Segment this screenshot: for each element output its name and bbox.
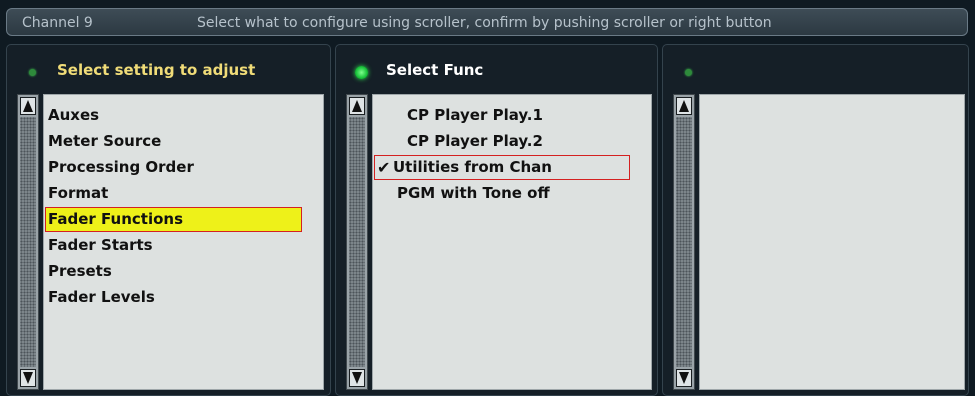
status-led-icon xyxy=(355,66,368,79)
triangle-up-icon xyxy=(23,100,33,112)
detail-list xyxy=(699,94,965,390)
list-item-checked[interactable]: ✔ Utilities from Chan xyxy=(374,155,630,180)
function-list: CP Player Play.1 CP Player Play.2 ✔ Util… xyxy=(372,94,652,390)
scroll-down-button[interactable] xyxy=(676,369,692,387)
list-item[interactable]: Format xyxy=(48,182,108,205)
scroll-track[interactable] xyxy=(20,117,36,367)
settings-scrollbar[interactable] xyxy=(17,94,39,390)
instruction-message: Select what to configure using scroller,… xyxy=(197,15,772,31)
function-scrollbar[interactable] xyxy=(346,94,368,390)
detail-scrollbar[interactable] xyxy=(673,94,695,390)
list-item[interactable]: Presets xyxy=(48,260,112,283)
scroll-down-button[interactable] xyxy=(20,369,36,387)
triangle-up-icon xyxy=(679,100,689,112)
list-item[interactable]: Fader Levels xyxy=(48,286,155,309)
status-bar: Channel 9 Select what to configure using… xyxy=(6,8,968,36)
triangle-down-icon xyxy=(23,372,33,384)
settings-list: Auxes Meter Source Processing Order Form… xyxy=(43,94,324,390)
scroll-up-button[interactable] xyxy=(676,97,692,115)
list-item[interactable]: Auxes xyxy=(48,104,99,127)
channel-label: Channel 9 xyxy=(22,15,93,31)
list-item[interactable]: PGM with Tone off xyxy=(397,182,550,205)
function-panel: Select Func CP Player Play.1 CP Player P… xyxy=(335,44,658,396)
status-led-icon xyxy=(685,69,692,76)
triangle-down-icon xyxy=(352,372,362,384)
scroll-track[interactable] xyxy=(676,117,692,367)
panel-title: Select setting to adjust xyxy=(57,61,256,79)
panel-title: Select Func xyxy=(386,61,484,79)
list-item-label: Utilities from Chan xyxy=(393,158,552,176)
scroll-down-button[interactable] xyxy=(349,369,365,387)
detail-panel xyxy=(662,44,969,396)
scroll-track[interactable] xyxy=(349,117,365,367)
scroll-up-button[interactable] xyxy=(349,97,365,115)
function-panel-header: Select Func xyxy=(336,45,657,93)
list-item[interactable]: Meter Source xyxy=(48,130,161,153)
settings-panel: Select setting to adjust Auxes Meter Sou… xyxy=(6,44,331,396)
settings-panel-header: Select setting to adjust xyxy=(7,45,330,93)
list-item[interactable]: Fader Starts xyxy=(48,234,153,257)
detail-panel-header xyxy=(663,45,968,93)
list-item-selected[interactable]: Fader Functions xyxy=(45,207,302,232)
scroll-up-button[interactable] xyxy=(20,97,36,115)
status-led-icon xyxy=(29,69,36,76)
triangle-up-icon xyxy=(352,100,362,112)
checkmark-icon: ✔ xyxy=(377,158,391,177)
list-item[interactable]: CP Player Play.2 xyxy=(407,130,543,153)
list-item[interactable]: CP Player Play.1 xyxy=(407,104,543,127)
triangle-down-icon xyxy=(679,372,689,384)
list-item[interactable]: Processing Order xyxy=(48,156,194,179)
